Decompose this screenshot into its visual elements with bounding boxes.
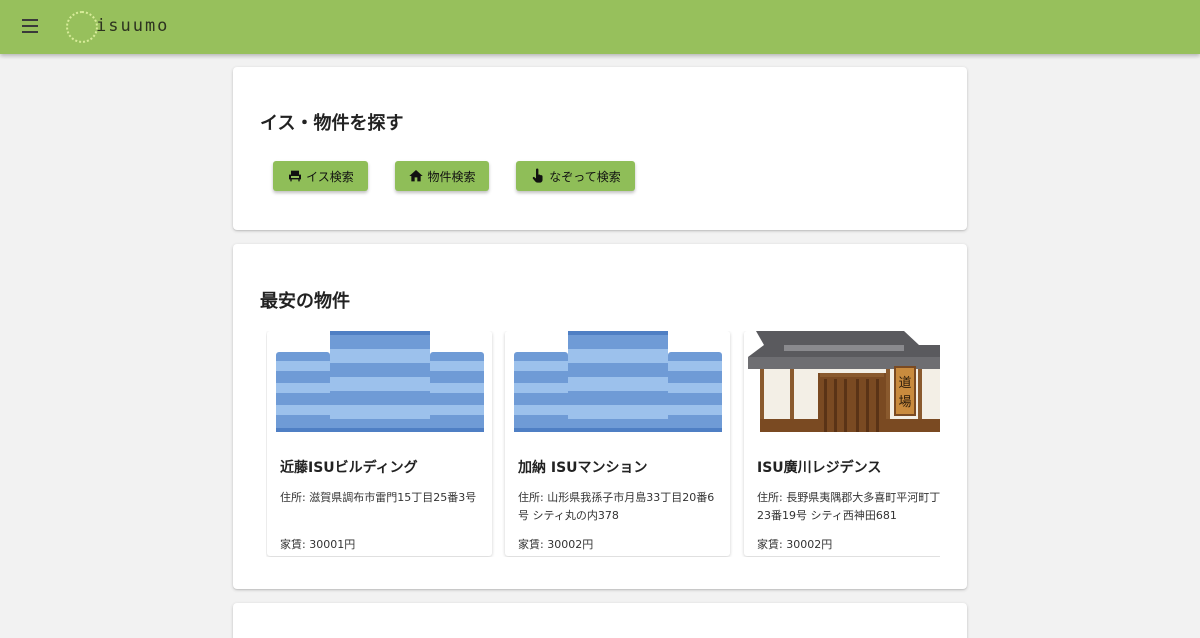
next-section-card (233, 603, 967, 638)
search-section-title: イス・物件を探す (260, 113, 404, 134)
app-bar: isuumo (0, 0, 1200, 54)
office-building-illustration (276, 331, 484, 432)
app-logo[interactable]: isuumo (66, 10, 167, 44)
estate-card[interactable]: 近藤ISUビルディング 住所: 滋賀県調布市雷門15丁目25番3号 家賃: 30… (267, 331, 492, 556)
chair-search-label: イス検索 (306, 169, 354, 184)
dojo-sign-char-1: 道 (898, 376, 911, 391)
estate-search-label: 物件検索 (427, 169, 476, 184)
hamburger-menu-icon[interactable] (18, 14, 42, 38)
estate-image (267, 331, 492, 432)
estate-address: 住所: 滋賀県調布市雷門15丁目25番3号 (280, 491, 477, 504)
chair-icon (289, 170, 302, 182)
search-card: イス・物件を探す イス検索 物件検索 なぞって検索 (233, 67, 967, 230)
logo-ring-icon (66, 11, 98, 43)
trace-search-label: なぞって検索 (549, 169, 621, 184)
cheapest-estates-card: 最安の物件 近藤ISUビルディング 住所: 滋賀県調布市雷門15丁目25番3号 … (233, 244, 967, 589)
estate-name: ISU廣川レジデンス (757, 460, 882, 476)
estate-card[interactable]: 加納 ISUマンション 住所: 山形県我孫子市月島33丁目20番6号 シティ丸の… (505, 331, 730, 556)
dojo-illustration: 道 場 (748, 331, 940, 432)
estate-rent: 家賃: 30001円 (280, 538, 356, 551)
estate-card[interactable]: 道 場 ISU廣川レジデンス 住所: 長野県夷隅郡大多喜町平河町丁目23番19号… (744, 331, 940, 556)
cheapest-section-title: 最安の物件 (260, 291, 350, 312)
estate-address: 住所: 長野県夷隅郡大多喜町平河町丁目23番19号 シティ西神田681 (757, 491, 940, 522)
estate-name: 加納 ISUマンション (518, 460, 648, 476)
estate-rent: 家賃: 30002円 (518, 538, 594, 551)
estate-carousel[interactable]: 近藤ISUビルディング 住所: 滋賀県調布市雷門15丁目25番3号 家賃: 30… (266, 331, 940, 557)
dojo-sign-char-2: 場 (898, 395, 911, 410)
estate-image: 道 場 (744, 331, 940, 432)
house-icon (409, 170, 424, 182)
office-building-illustration (514, 331, 722, 432)
estate-rent: 家賃: 30002円 (757, 538, 833, 551)
app-name: isuumo (96, 16, 170, 36)
estate-image (505, 331, 730, 432)
chair-search-button[interactable]: イス検索 (273, 161, 368, 191)
estate-address: 住所: 山形県我孫子市月島33丁目20番6号 シティ丸の内378 (518, 491, 715, 522)
trace-search-button[interactable]: なぞって検索 (516, 161, 635, 191)
estate-search-button[interactable]: 物件検索 (395, 161, 489, 191)
estate-name: 近藤ISUビルディング (280, 460, 418, 476)
touch-hand-icon (533, 168, 543, 183)
